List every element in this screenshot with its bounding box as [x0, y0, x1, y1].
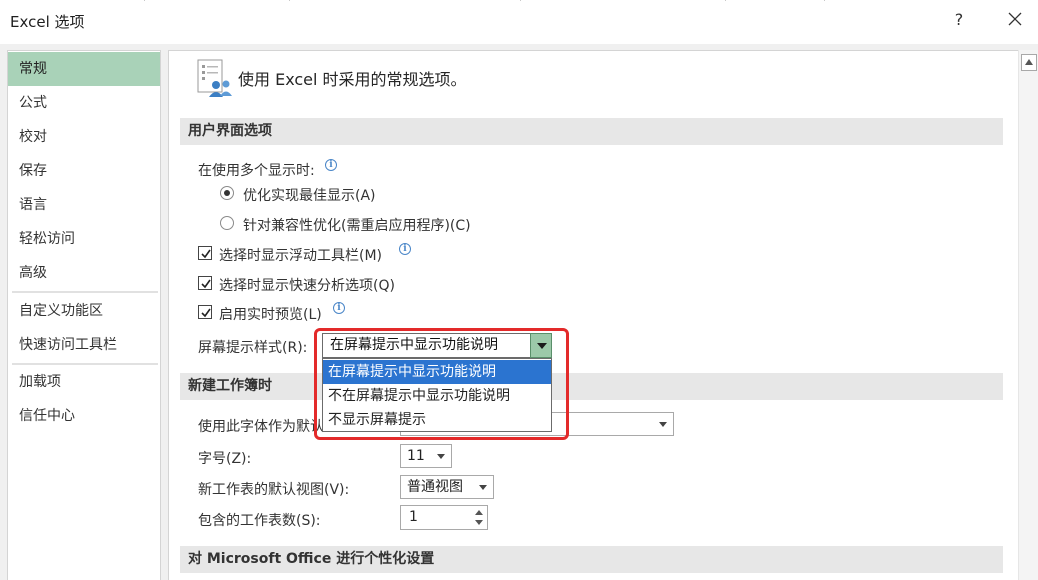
page-title: 使用 Excel 时采用的常规选项。 [238, 70, 467, 89]
scroll-up-button[interactable] [1021, 54, 1037, 71]
border-tick [520, 0, 521, 1]
radio-compatibility[interactable] [220, 216, 234, 230]
section-header-personalize: 对 Microsoft Office 进行个性化设置 [180, 546, 1003, 573]
sidebar-item-add-ins[interactable]: 加载项 [8, 365, 160, 399]
default-view-value: 普通视图 [407, 479, 463, 495]
sheet-count-label: 包含的工作表数(S): [198, 513, 321, 529]
close-icon [1008, 12, 1022, 26]
checkbox-mini-toolbar-label[interactable]: 选择时显示浮动工具栏(M) [219, 245, 382, 265]
border-tick [824, 0, 825, 1]
spin-down-icon[interactable] [475, 520, 483, 525]
top-border [0, 0, 1038, 2]
info-icon: i [325, 159, 337, 171]
checkmark-icon [201, 308, 211, 318]
sidebar-item-general[interactable]: 常规 [8, 52, 160, 86]
border-tick [144, 0, 145, 1]
sidebar-item-customize-ribbon[interactable]: 自定义功能区 [8, 294, 160, 328]
multi-display-label: 在使用多个显示时: [198, 163, 315, 179]
font-size-label: 字号(Z): [198, 451, 252, 467]
window-title: Excel 选项 [10, 13, 85, 31]
checkbox-mini-toolbar[interactable] [198, 246, 212, 260]
checkbox-live-preview[interactable] [198, 305, 212, 319]
checkmark-icon [201, 249, 211, 259]
sidebar-item-save[interactable]: 保存 [8, 154, 160, 188]
spin-up-icon[interactable] [475, 510, 483, 515]
chevron-down-icon [653, 413, 673, 435]
checkbox-quick-analysis-label[interactable]: 选择时显示快速分析选项(Q) [219, 275, 395, 295]
checkmark-icon [201, 279, 211, 289]
sidebar-item-advanced[interactable]: 高级 [8, 256, 160, 290]
info-icon: i [399, 243, 411, 255]
sidebar-item-trust-center[interactable]: 信任中心 [8, 399, 160, 433]
radio-optimize-display-label[interactable]: 优化实现最佳显示(A) [243, 185, 376, 205]
sheet-count-value: 1 [409, 509, 418, 525]
sheet-count-spinner[interactable]: 1 [400, 505, 488, 530]
annotation-highlight-box [314, 328, 569, 440]
border-tick [725, 0, 726, 1]
checkbox-quick-analysis[interactable] [198, 276, 212, 290]
sidebar-item-quick-access-toolbar[interactable]: 快速访问工具栏 [8, 328, 160, 362]
help-button[interactable]: ? [950, 10, 968, 32]
radio-optimize-display[interactable] [220, 186, 234, 200]
options-sidebar: 常规 公式 校对 保存 语言 轻松访问 高级 自定义功能区 快速访问工具栏 加载… [7, 50, 161, 580]
vertical-scrollbar[interactable] [1018, 50, 1038, 580]
sidebar-item-language[interactable]: 语言 [8, 188, 160, 222]
default-view-select[interactable]: 普通视图 [400, 475, 494, 499]
general-settings-icon [197, 59, 232, 97]
border-tick [289, 0, 290, 1]
font-size-value: 11 [407, 448, 425, 464]
default-view-label: 新工作表的默认视图(V): [198, 482, 350, 498]
sidebar-item-proofing[interactable]: 校对 [8, 120, 160, 154]
close-button[interactable] [1003, 8, 1027, 34]
sidebar-item-accessibility[interactable]: 轻松访问 [8, 222, 160, 256]
section-header-ui-options: 用户界面选项 [180, 118, 1003, 145]
screentip-style-label: 屏幕提示样式(R): [198, 340, 308, 356]
info-icon: i [333, 302, 345, 314]
chevron-down-icon [473, 476, 493, 498]
radio-compatibility-label[interactable]: 针对兼容性优化(需重启应用程序)(C) [243, 215, 471, 235]
sidebar-divider [12, 291, 158, 293]
chevron-down-icon [431, 445, 451, 467]
chevron-up-icon [1025, 59, 1033, 65]
sidebar-item-formulas[interactable]: 公式 [8, 86, 160, 120]
checkbox-live-preview-label[interactable]: 启用实时预览(L) [219, 304, 322, 324]
font-size-select[interactable]: 11 [400, 444, 452, 468]
section-header-new-workbook: 新建工作簿时 [180, 373, 1003, 400]
default-font-label: 使用此字体作为默认 [198, 419, 324, 435]
title-bar: Excel 选项 ? [0, 0, 1038, 44]
